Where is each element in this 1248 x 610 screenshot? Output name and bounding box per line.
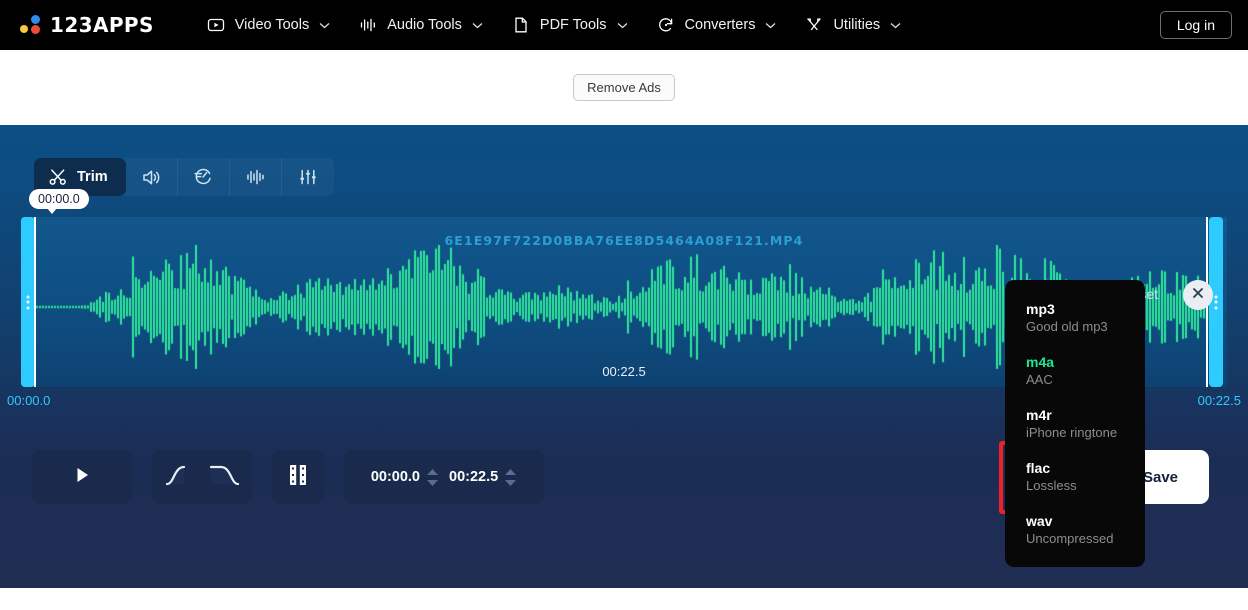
format-option-title: wav — [1026, 513, 1053, 529]
end-time-value: 00:22.5 — [449, 469, 499, 485]
nav-item-converters[interactable]: Converters — [656, 15, 777, 35]
caret-down-icon — [505, 479, 517, 486]
footer-strip — [0, 588, 1248, 610]
waveform-icon — [244, 166, 266, 188]
fade-in-icon — [165, 462, 195, 493]
format-option-subtitle: Lossless — [1026, 478, 1077, 493]
trim-start-tooltip: 00:00.0 — [29, 189, 89, 214]
format-option-wav[interactable]: wav Uncompressed — [1005, 513, 1145, 547]
tool-volume[interactable] — [126, 158, 178, 196]
drag-dots-icon — [26, 293, 30, 312]
film-strip-icon — [287, 463, 309, 492]
split-button[interactable] — [272, 450, 324, 504]
audio-editor-panel: Trim 00:22.5 00:00.0 00:00.0 00:22.5 00:… — [0, 125, 1248, 588]
nav-label: Audio Tools — [387, 17, 462, 33]
caret-down-icon — [427, 479, 438, 486]
format-option-subtitle: Good old mp3 — [1026, 319, 1108, 334]
format-dropdown-menu: mp3 Good old mp3 m4a AAC m4r iPhone ring… — [1005, 280, 1145, 567]
time-range-inputs[interactable]: 00:00.0 00:22.5 — [344, 450, 544, 504]
speaker-icon — [141, 167, 162, 188]
start-time-field[interactable]: 00:00.0 — [371, 468, 439, 487]
nav-label: Utilities — [833, 17, 881, 33]
tool-waveform[interactable] — [230, 158, 282, 196]
timeline-end-label: 00:22.5 — [1197, 393, 1241, 408]
close-icon — [1191, 286, 1205, 305]
chevron-down-icon — [765, 22, 776, 29]
scissors-icon — [48, 167, 68, 187]
play-button[interactable] — [32, 450, 132, 504]
nav-item-video-tools[interactable]: Video Tools — [206, 15, 330, 35]
site-logo[interactable]: 123APPS — [20, 13, 154, 37]
start-time-value: 00:00.0 — [370, 469, 420, 485]
ad-bar: Remove Ads — [0, 50, 1248, 125]
tools-cross-icon — [804, 15, 824, 35]
chevron-down-icon — [617, 22, 628, 29]
nav-item-pdf-tools[interactable]: PDF Tools — [511, 15, 628, 35]
nav-label: Video Tools — [234, 17, 310, 33]
equalizer-icon — [297, 166, 319, 188]
timeline-start-label: 00:00.0 — [7, 393, 51, 408]
tool-speed[interactable] — [178, 158, 230, 196]
format-option-title: m4a — [1026, 354, 1055, 370]
audio-wave-icon — [358, 15, 378, 35]
play-icon — [71, 464, 93, 491]
fade-button[interactable] — [152, 450, 252, 504]
remove-ads-button[interactable]: Remove Ads — [573, 74, 675, 101]
fade-out-icon — [209, 462, 240, 493]
video-icon — [206, 15, 226, 35]
nav-item-utilities[interactable]: Utilities — [804, 15, 901, 35]
format-option-subtitle: Uncompressed — [1026, 531, 1114, 546]
tool-trim-label: Trim — [77, 169, 108, 185]
start-time-stepper[interactable] — [426, 468, 439, 487]
logo-text: 123APPS — [50, 13, 154, 37]
page-root: 123APPS Video Tools Audio Tools PDF Tool… — [0, 0, 1248, 610]
chevron-down-icon — [319, 22, 330, 29]
trim-start-line — [34, 217, 36, 387]
format-option-flac[interactable]: flac Lossless — [1005, 460, 1145, 494]
document-icon — [511, 15, 531, 35]
nav-items: Video Tools Audio Tools PDF Tools Conver… — [206, 15, 901, 35]
top-navbar: 123APPS Video Tools Audio Tools PDF Tool… — [0, 0, 1248, 50]
end-time-stepper[interactable] — [504, 468, 517, 487]
caret-up-icon — [505, 468, 517, 475]
trim-handle-start[interactable]: 00:00.0 — [21, 189, 89, 387]
format-option-title: mp3 — [1026, 301, 1055, 317]
chevron-down-icon — [890, 22, 901, 29]
logo-dots-icon — [20, 14, 42, 36]
caret-up-icon — [427, 468, 438, 475]
end-time-field[interactable]: 00:22.5 — [449, 468, 517, 487]
speed-timer-icon — [192, 166, 214, 188]
format-option-title: m4r — [1026, 407, 1052, 423]
nav-label: PDF Tools — [539, 17, 607, 33]
login-button[interactable]: Log in — [1159, 11, 1232, 39]
nav-item-audio-tools[interactable]: Audio Tools — [358, 15, 483, 35]
chevron-down-icon — [472, 22, 483, 29]
drag-dots-icon — [1214, 293, 1218, 312]
format-option-subtitle: iPhone ringtone — [1026, 425, 1118, 440]
nav-label: Converters — [684, 17, 756, 33]
format-option-title: flac — [1026, 460, 1051, 476]
tool-equalizer[interactable] — [282, 158, 334, 196]
format-option-subtitle: AAC — [1026, 372, 1053, 387]
format-option-m4r[interactable]: m4r iPhone ringtone — [1005, 407, 1145, 441]
close-button[interactable] — [1183, 280, 1213, 310]
format-option-mp3[interactable]: mp3 Good old mp3 — [1005, 301, 1145, 335]
format-option-m4a[interactable]: m4a AAC — [1005, 354, 1145, 388]
convert-refresh-icon — [656, 15, 676, 35]
